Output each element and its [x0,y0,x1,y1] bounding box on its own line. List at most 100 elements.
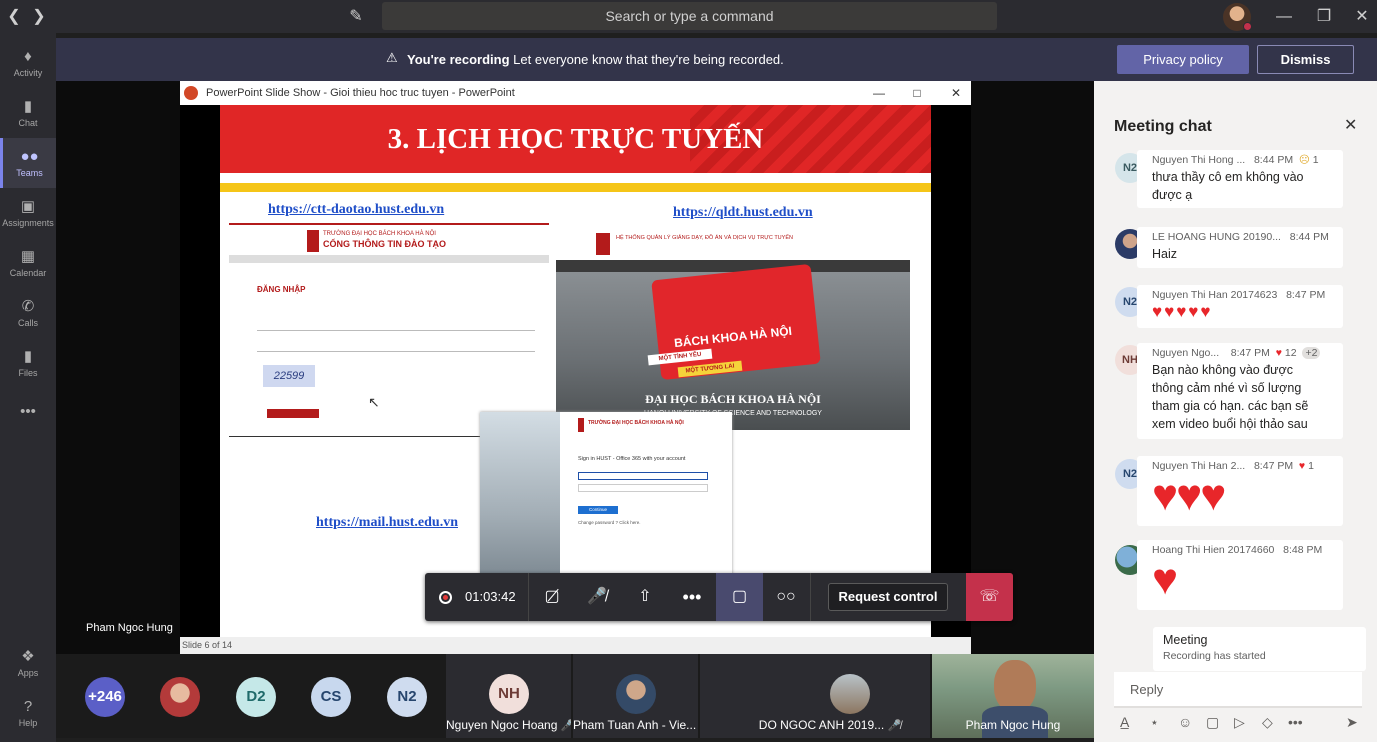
rail-item-teams[interactable]: ●● Teams [0,138,56,188]
rail-item-apps[interactable]: ❖ Apps [0,638,56,688]
chat-message: Hoang Thi Hien 20174660 8:48 PM ♥ [1137,540,1343,610]
link-ctt-daotao[interactable]: https://ctt-daotao.hust.edu.vn [268,202,444,218]
forward-icon[interactable]: ❯ [29,0,49,33]
msg-time: 8:47 PM [1286,289,1326,301]
format-icon[interactable]: A̲ [1120,714,1129,730]
shot2-nav [556,260,910,272]
more-reactions-badge[interactable]: +2 [1302,347,1321,359]
presenter-video-tile[interactable]: Pham Ngoc Hung [932,654,1094,738]
request-control-button[interactable]: Request control [828,583,948,611]
ppt-close-icon[interactable]: ✕ [941,81,971,105]
privacy-policy-button[interactable]: Privacy policy [1117,45,1249,74]
gif-icon[interactable]: ▢ [1206,714,1219,731]
msg-author: Nguyen Thi Han 20174623 [1152,289,1278,301]
reaction-count: 1 [1312,154,1319,166]
mic-off-icon[interactable]: 🎤̸ [580,573,614,621]
participant-tile[interactable]: DO NGOC ANH 2019... 🎤̸ [700,654,930,738]
rail-label: Files [18,368,38,378]
slide-counter: Slide 6 of 14 [182,640,233,650]
rail-label: Calls [17,318,38,328]
send-icon[interactable]: ➤ [1346,714,1358,731]
close-icon[interactable]: ✕ [1352,0,1372,33]
sticker-icon[interactable]: ▷ [1234,714,1245,731]
minimize-icon[interactable]: — [1274,0,1294,33]
ppt-title-bar: PowerPoint Slide Show - Gioi thieu hoc t… [180,81,971,105]
slide: 3. LỊCH HỌC TRỰC TUYẾN https://ctt-daota… [220,105,931,637]
msg-text: thưa thầy cô em không vào được ạ [1152,170,1304,202]
maximize-icon[interactable]: ❐ [1314,0,1334,33]
hang-up-button[interactable]: ☏ [966,573,1013,621]
rail-label: Help [18,718,38,728]
more-icon: ••• [20,403,36,420]
heart-reaction-icon[interactable]: ♥ [1276,347,1282,359]
participant-avatar[interactable] [160,677,200,717]
photo-caption: ĐẠI HỌC BÁCH KHOA HÀ NỘI [645,392,821,406]
teams-icon: ●● [20,148,39,165]
more-apps-button[interactable]: ••• [0,393,56,443]
rail-item-chat[interactable]: ▮ Chat [0,88,56,138]
ppt-status-bar: Slide 6 of 14 [180,637,971,654]
camera-off-icon[interactable]: ▢̸ [535,573,569,621]
close-icon[interactable]: ✕ [1344,115,1357,135]
msg-hearts: ♥♥♥♥♥ [1152,302,1213,321]
link-qldt[interactable]: https://qldt.hust.edu.vn [673,205,813,221]
more-actions-icon[interactable]: ••• [675,573,709,621]
presenter-label: Pham Ngoc Hung [86,622,173,634]
reply-input[interactable]: Reply [1114,672,1362,708]
title-bar: ❮ ❯ ✎ Search or type a command — ❐ ✕ [0,0,1377,33]
qldt-screenshot: HỆ THỐNG QUẢN LÝ GIẢNG DẠY, ĐỒ ÁN VÀ DỊC… [556,230,910,430]
shot3-continue-button: Continue [578,506,618,514]
ppt-window-title: PowerPoint Slide Show - Gioi thieu hoc t… [206,87,515,99]
rail-item-activity[interactable]: ♦ Activity [0,38,56,88]
attach-icon[interactable]: ⋆ [1150,714,1159,731]
call-controls: 01:03:42 ▢̸ 🎤̸ ⇧ ••• ▢ ○○ Request contro… [425,573,1013,621]
praise-icon[interactable]: ◇ [1262,714,1273,731]
show-conversation-icon[interactable]: ▢ [716,573,763,621]
participant-name: Nguyen Ngoc Hoang 🎤̸ [446,718,571,732]
slide-rule [220,183,931,192]
participant-name: Pham Tuan Anh - Vie... 🎤̸ [573,718,698,732]
shot1-field [257,330,535,331]
sad-reaction-icon[interactable]: ☹ [1299,154,1310,166]
rail-item-calls[interactable]: ✆ Calls [0,288,56,338]
participant-tile[interactable]: NH Nguyen Ngoc Hoang 🎤̸ [446,654,571,738]
dismiss-button[interactable]: Dismiss [1257,45,1354,74]
search-input[interactable]: Search or type a command [382,2,997,30]
shot1-title: TRƯỜNG ĐẠI HỌC BÁCH KHOA HÀ NỘI [323,231,436,237]
rail-label: Chat [18,118,38,128]
rail-item-assignments[interactable]: ▣ Assignments [0,188,56,238]
divider [528,573,529,621]
participant-strip: +246 D2 CS N2 NH Nguyen Ngoc Hoang 🎤̸ Ph… [56,654,1094,738]
participants-icon[interactable]: ○○ [767,573,805,621]
rail-item-help[interactable]: ? Help [0,688,56,738]
participant-avatar[interactable]: CS [311,677,351,717]
rail-label: Activity [13,68,43,78]
system-message: Meeting Recording has started [1153,627,1366,671]
bell-icon: ♦ [24,48,32,65]
powerpoint-window: PowerPoint Slide Show - Gioi thieu hoc t… [180,81,971,654]
compose-icon[interactable]: ✎ [345,0,367,33]
help-icon: ? [23,698,33,715]
ppt-minimize-icon[interactable]: — [864,81,894,105]
system-message-text: Recording has started [1163,650,1266,662]
more-options-icon[interactable]: ••• [1288,714,1303,730]
msg-header: Nguyen Ngo... 8:47 PM ♥ 12 +2 [1152,347,1327,359]
participant-avatar[interactable]: N2 [387,677,427,717]
share-screen-icon[interactable]: ⇧ [628,573,662,621]
back-icon[interactable]: ❮ [4,0,24,33]
participant-avatar: NH [489,674,529,714]
heart-reaction-icon[interactable]: ♥ [1299,460,1305,472]
participant-tile[interactable]: Pham Tuan Anh - Vie... 🎤̸ [573,654,698,738]
link-mail[interactable]: https://mail.hust.edu.vn [316,515,458,531]
rail-item-calendar[interactable]: ▦ Calendar [0,238,56,288]
emoji-icon[interactable]: ☺ [1178,714,1192,730]
reaction-count: 1 [1308,460,1314,472]
rail-label: Apps [17,668,39,678]
shot1-field [257,351,535,352]
rail-item-files[interactable]: ▮ Files [0,338,56,388]
participant-avatar[interactable]: D2 [236,677,276,717]
reaction-count: 12 [1284,347,1297,359]
ppt-maximize-icon[interactable]: □ [902,81,932,105]
overflow-participants-button[interactable]: +246 [85,677,125,717]
msg-header: Nguyen Thi Hong ... 8:44 PM ☹ 1 [1152,154,1327,166]
